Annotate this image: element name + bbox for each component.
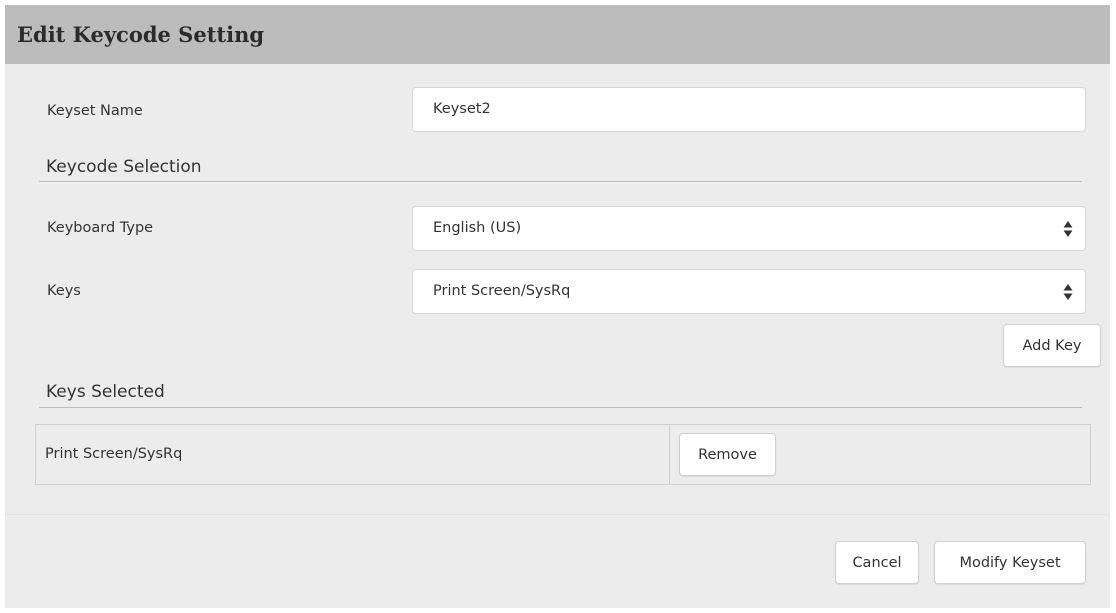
keys-selected-divider [39, 407, 1082, 408]
keyboard-type-value: English (US) [433, 220, 522, 236]
keyboard-type-label: Keyboard Type [47, 220, 154, 236]
cancel-button[interactable]: Cancel [835, 541, 919, 584]
keycode-selection-divider [39, 181, 1082, 182]
selected-key-name: Print Screen/SysRq [45, 446, 183, 462]
add-key-button[interactable]: Add Key [1003, 324, 1101, 367]
keyboard-type-select[interactable]: English (US) [412, 206, 1086, 251]
keycode-selection-heading: Keycode Selection [46, 157, 202, 177]
updown-icon [1063, 221, 1073, 237]
keys-selected-heading: Keys Selected [46, 382, 165, 402]
keys-value: Print Screen/SysRq [433, 283, 571, 299]
keyset-name-input[interactable]: Keyset2 [412, 87, 1086, 132]
footer-divider [5, 514, 1110, 515]
keyset-name-label: Keyset Name [47, 103, 143, 119]
keys-select[interactable]: Print Screen/SysRq [412, 269, 1086, 314]
updown-icon [1063, 284, 1073, 300]
dialog-title-bar: Edit Keycode Setting [5, 5, 1110, 64]
dialog-title: Edit Keycode Setting [17, 22, 265, 47]
keys-selected-table: Print Screen/SysRq Remove [35, 424, 1091, 485]
keyset-name-value: Keyset2 [433, 101, 491, 117]
keys-label: Keys [47, 283, 81, 299]
table-cell-divider [669, 425, 670, 484]
remove-key-button[interactable]: Remove [679, 433, 776, 476]
edit-keycode-dialog: Edit Keycode Setting Keyset Name Keyset2… [5, 5, 1110, 608]
modify-keyset-button[interactable]: Modify Keyset [934, 541, 1086, 584]
